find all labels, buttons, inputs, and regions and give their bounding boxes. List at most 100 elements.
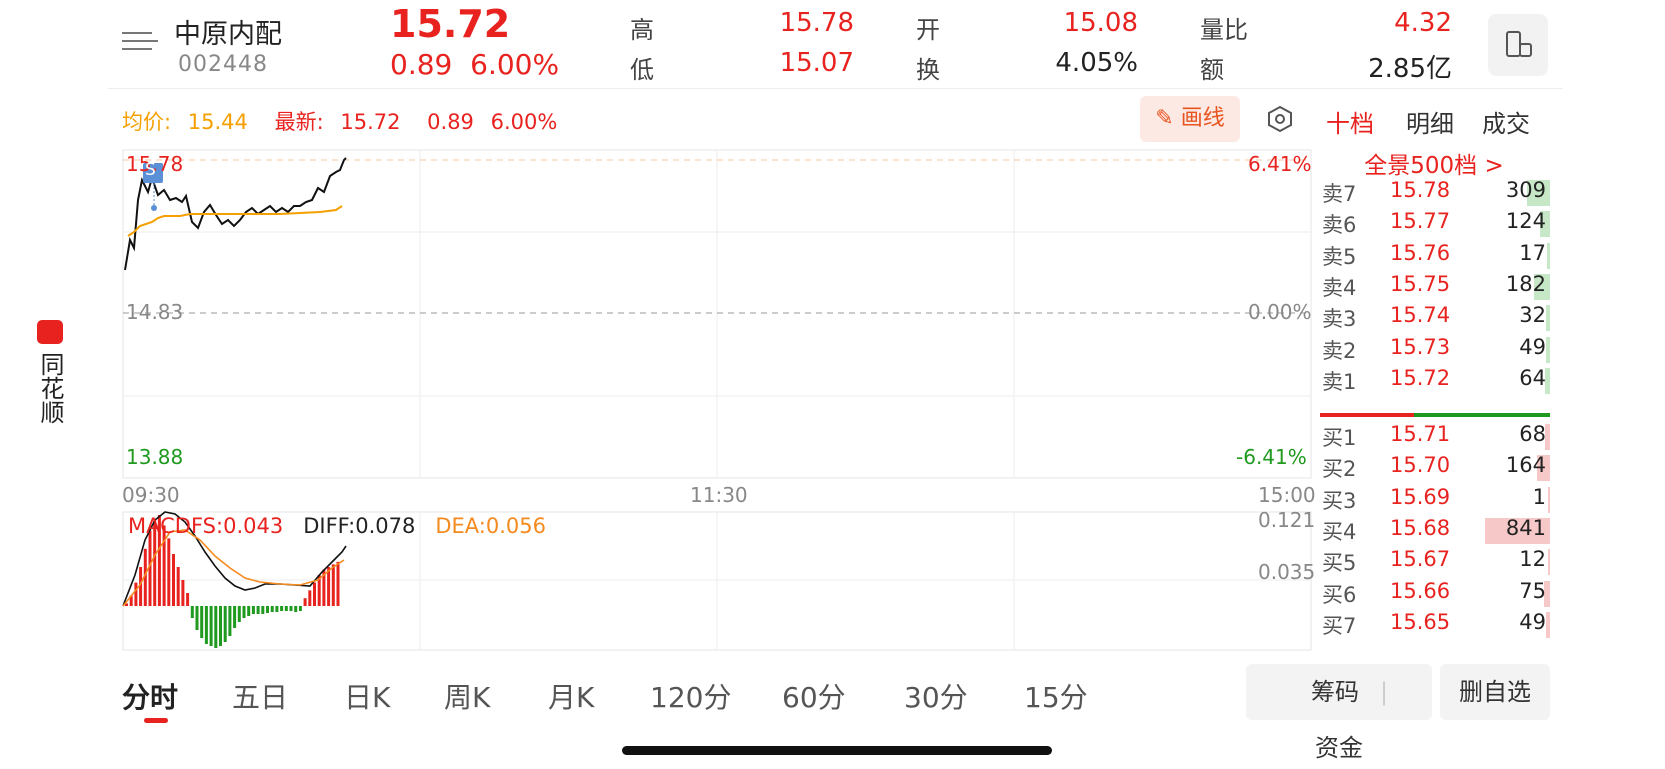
orderbook-row[interactable]: 卖1 15.72 64 [1322, 366, 1550, 397]
macd-mid-label: 0.035 [1258, 560, 1316, 584]
period-tab[interactable]: 30分 [904, 676, 968, 716]
intraday-chart[interactable] [0, 0, 1320, 660]
landscape-toggle-button[interactable] [1488, 14, 1548, 76]
orderbook-row[interactable]: 卖2 15.73 49 [1322, 335, 1550, 366]
level-volume: 75 [1519, 578, 1546, 603]
macd-bar [190, 606, 194, 618]
orderbook-row[interactable]: 卖7 15.78 309 [1322, 178, 1550, 209]
macd-bar [134, 582, 138, 606]
level-price: 15.68 [1390, 515, 1451, 540]
funds-button[interactable]: 资金 [1294, 720, 1384, 769]
macd-bar [167, 538, 171, 606]
level-label: 买4 [1322, 519, 1357, 544]
period-tab[interactable]: 60分 [782, 676, 846, 716]
orderbook-row[interactable]: 卖3 15.74 32 [1322, 303, 1550, 334]
level-volume: 64 [1519, 365, 1546, 390]
period-tab[interactable]: 五日 [232, 676, 288, 716]
panorama-500-link[interactable]: 全景500档 > [1318, 146, 1550, 180]
period-tab[interactable]: 周K [444, 676, 490, 716]
macd-top-label: 0.121 [1258, 508, 1316, 532]
level-volume: 49 [1519, 609, 1546, 634]
level-label: 卖3 [1322, 307, 1357, 332]
level-label: 卖4 [1322, 275, 1357, 300]
orderbook-tabs: 十档 明细 成交 [1318, 96, 1550, 142]
remove-watchlist-button[interactable]: 删自选 [1440, 664, 1550, 720]
period-tab[interactable]: 日K [344, 676, 390, 716]
macd-bar [176, 567, 180, 606]
macd-bar [313, 582, 316, 606]
tab-trades[interactable]: 成交 [1482, 104, 1530, 139]
time-mid-label: 11:30 [690, 483, 748, 507]
pct-mid-label: 0.00% [1248, 300, 1312, 324]
tab-ten-levels[interactable]: 十档 [1326, 104, 1374, 139]
diff-value: 0.078 [355, 514, 416, 538]
level-price: 15.76 [1390, 240, 1451, 265]
level-label: 卖1 [1322, 369, 1357, 394]
volume-bar [1548, 549, 1550, 576]
level-volume: 1 [1532, 484, 1546, 509]
time-start-label: 09:30 [122, 483, 180, 507]
level-price: 15.71 [1390, 422, 1451, 446]
level-volume: 68 [1519, 422, 1546, 446]
amount-value: 2.85亿 [1368, 54, 1452, 84]
level-volume: 124 [1505, 209, 1546, 234]
pct-bottom-label: -6.41% [1236, 445, 1307, 469]
level-price: 15.73 [1390, 334, 1451, 359]
orderbook-split-bid [1320, 413, 1414, 417]
orderbook-row[interactable]: 买6 15.66 75 [1322, 579, 1550, 610]
macd-bar [298, 606, 302, 611]
level-price: 15.78 [1390, 178, 1451, 202]
time-end-label: 15:00 [1258, 483, 1316, 507]
signal-dot [151, 205, 157, 211]
orderbook-row[interactable]: 买7 15.65 49 [1322, 610, 1550, 641]
orderbook-row[interactable]: 买3 15.69 1 [1322, 485, 1550, 516]
price-mid-label: 14.83 [126, 300, 184, 324]
level-label: 卖7 [1322, 182, 1357, 206]
level-price: 15.75 [1390, 271, 1451, 296]
period-tab[interactable]: 120分 [650, 676, 731, 716]
tab-details[interactable]: 明细 [1406, 104, 1454, 139]
orderbook-row[interactable]: 卖4 15.75 182 [1322, 272, 1550, 303]
price-bottom-label: 13.88 [126, 445, 184, 469]
macd-bar [237, 606, 241, 622]
period-tab[interactable]: 月K [548, 676, 594, 716]
macd-bar [266, 606, 269, 613]
chips-button[interactable]: 筹码 [1290, 664, 1380, 720]
level-volume: 164 [1505, 453, 1546, 478]
diff-label: DIFF: [303, 514, 356, 538]
level-price: 15.77 [1390, 209, 1451, 234]
diff-legend-item: DIFF:0.078 [303, 514, 415, 538]
macd-bar [214, 606, 218, 648]
dea-legend-item: DEA:0.056 [435, 514, 546, 538]
orderbook-row[interactable]: 买5 15.67 12 [1322, 547, 1550, 578]
orderbook-row[interactable]: 买1 15.71 68 [1322, 422, 1550, 453]
level-label: 卖5 [1322, 244, 1357, 269]
macd-bar [233, 606, 237, 628]
macd-bar [209, 606, 213, 646]
level-price: 15.72 [1390, 365, 1451, 390]
macd-bar [256, 606, 260, 614]
macd-bar [289, 606, 293, 611]
volume-bar [1548, 486, 1550, 513]
macd-bar [247, 606, 251, 616]
signal-marker-label: S [145, 160, 156, 180]
level-label: 买2 [1322, 457, 1357, 482]
macd-legend: MACDFS:0.043 DIFF:0.078 DEA:0.056 [128, 514, 546, 538]
macd-bar [223, 606, 227, 642]
period-tab[interactable]: 分时 [122, 676, 178, 716]
active-period-indicator [144, 718, 168, 723]
volume-bar [1546, 305, 1550, 332]
level-price: 15.66 [1390, 578, 1451, 603]
level-label: 卖2 [1322, 338, 1357, 363]
orderbook-row[interactable]: 买4 15.68 841 [1322, 516, 1550, 547]
level-volume: 49 [1519, 334, 1546, 359]
orderbook-row[interactable]: 买2 15.70 164 [1322, 453, 1550, 484]
macd-label: MACDFS: [128, 514, 224, 538]
orderbook-row[interactable]: 卖6 15.77 124 [1322, 209, 1550, 240]
orderbook-row[interactable]: 卖5 15.76 17 [1322, 241, 1550, 272]
dea-label: DEA: [435, 514, 486, 538]
chips-funds-group: 筹码 |资金 [1246, 664, 1432, 762]
orderbook-split-ask [1414, 413, 1550, 417]
period-tab[interactable]: 15分 [1024, 676, 1088, 716]
level-volume: 182 [1505, 271, 1546, 296]
